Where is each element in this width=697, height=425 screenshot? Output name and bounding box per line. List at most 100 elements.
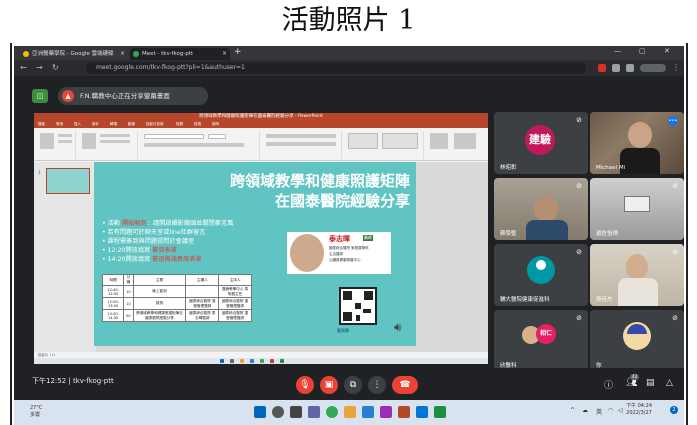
- forward-arrow-icon[interactable]: →: [36, 63, 43, 72]
- powerpoint-icon[interactable]: [398, 406, 410, 418]
- extension-icon[interactable]: [598, 64, 606, 72]
- clock-date: 2022/3/27: [626, 410, 652, 416]
- ribbon-tab[interactable]: 檢視: [194, 121, 201, 128]
- participant-tile[interactable]: ⊘ 輔大醫院健康促進科: [494, 244, 588, 306]
- presenting-banner[interactable]: ▲ F.N.職教中心正在分享螢幕畫面: [58, 87, 208, 105]
- participant-tile[interactable]: 相仁 ⊘ 欣醫科: [494, 310, 588, 372]
- window-close-button[interactable]: ✕: [664, 47, 670, 55]
- participant-tile[interactable]: ⊘ 遊佐怡璋: [590, 178, 684, 240]
- paste-icon[interactable]: [40, 133, 54, 149]
- word-icon[interactable]: [416, 406, 428, 418]
- paragraph-icons[interactable]: [266, 134, 336, 138]
- find-icon[interactable]: [430, 133, 448, 149]
- wifi-icon[interactable]: ◠: [608, 407, 613, 414]
- info-icon[interactable]: ⓘ: [604, 378, 613, 391]
- designer-icon[interactable]: [454, 133, 476, 149]
- slide-thumbnails: 1: [34, 162, 96, 352]
- teams-icon[interactable]: [308, 406, 320, 418]
- speaker-desc: 主治醫師: [329, 252, 343, 256]
- participant-face: [628, 122, 652, 148]
- ribbon-tab[interactable]: 檔案: [38, 121, 45, 128]
- participant-avatar: 相仁: [536, 324, 556, 344]
- task-view-icon[interactable]: [290, 406, 302, 418]
- folder-icon[interactable]: [344, 406, 356, 418]
- new-slide-icon[interactable]: [82, 133, 96, 149]
- sidepanel-icon[interactable]: [626, 64, 634, 72]
- activities-icon[interactable]: △: [666, 378, 673, 388]
- reset-icon[interactable]: [100, 140, 130, 143]
- close-icon[interactable]: ×: [222, 48, 227, 60]
- align-icons[interactable]: [266, 142, 336, 146]
- onedrive-icon[interactable]: ☁︎: [582, 407, 588, 414]
- ribbon-tab[interactable]: 常用: [56, 121, 63, 128]
- browser-tab-meet[interactable]: Meet - tkv-fkog-ptt ×: [130, 48, 230, 60]
- search-icon[interactable]: [272, 406, 284, 418]
- table-header: 主題: [132, 274, 187, 286]
- participant-tile[interactable]: 建驗 ⊘ 林昭彰: [494, 112, 588, 174]
- ribbon-tab[interactable]: 說明: [212, 121, 219, 128]
- notification-icon[interactable]: 2: [670, 406, 678, 414]
- participant-tile[interactable]: ••• Michael Mi: [590, 112, 684, 174]
- copy-icon[interactable]: [58, 140, 72, 143]
- ime-language[interactable]: 英: [596, 407, 602, 416]
- meet-panel-icon[interactable]: ◫: [32, 89, 48, 103]
- table-cell: 國泰綜合醫院 運營管理醫師: [185, 297, 220, 310]
- cut-icon[interactable]: [58, 134, 72, 137]
- new-tab-button[interactable]: +: [234, 47, 242, 57]
- slide-thumbnail[interactable]: [46, 168, 90, 194]
- font-size-select[interactable]: [208, 134, 226, 139]
- line-icon: [280, 359, 284, 363]
- quick-styles[interactable]: [382, 133, 418, 149]
- profile-button[interactable]: [640, 64, 666, 72]
- ribbon-tab[interactable]: 轉場: [110, 121, 117, 128]
- ribbon-tab[interactable]: 校閱: [176, 121, 183, 128]
- table-cell: 12:40-12:50: [101, 285, 125, 298]
- participant-tile[interactable]: ⊘ 你: [590, 310, 684, 372]
- back-arrow-icon[interactable]: ←: [20, 63, 27, 72]
- ribbon-tabs: 檔案 常用 插入 設計 轉場 動畫 投影片放映 校閱 檢視 說明: [34, 121, 488, 128]
- more-options-button[interactable]: ⋮: [368, 376, 386, 394]
- browser-tab-drive[interactable]: 亞洲醫藥學院 - Google 雲端硬碟 ×: [20, 48, 128, 60]
- star-icon[interactable]: [612, 64, 620, 72]
- ribbon-tab[interactable]: 投影片放映: [146, 121, 164, 128]
- minimize-button[interactable]: —: [614, 47, 621, 55]
- chrome-icon[interactable]: [326, 406, 338, 418]
- participant-tile[interactable]: ⊘ 蘇學聖: [494, 178, 588, 240]
- menu-kebab-icon[interactable]: ⋮: [672, 63, 680, 72]
- url-field[interactable]: meet.google.com/tkv-fkog-ptt?pli=1&authu…: [86, 62, 586, 74]
- layout-icon[interactable]: [100, 134, 130, 137]
- table-header: 主講人: [185, 274, 220, 286]
- mic-toggle-button[interactable]: 🎙︎: [296, 376, 314, 394]
- slide-number: 1: [38, 170, 41, 175]
- weather-widget[interactable]: 27°C 多雲: [30, 405, 42, 418]
- tray-chevron-icon[interactable]: ^: [570, 407, 575, 414]
- system-clock[interactable]: 下午 04:24 2022/3/27: [626, 403, 652, 417]
- maximize-button[interactable]: ▢: [639, 47, 646, 55]
- volume-icon[interactable]: ◁: [618, 407, 623, 414]
- ribbon-tab[interactable]: 動畫: [128, 121, 135, 128]
- qr-label: 簽到單: [337, 328, 349, 333]
- participant-face: [626, 254, 648, 280]
- edge-icon[interactable]: [362, 406, 374, 418]
- shapes-gallery[interactable]: [348, 133, 378, 149]
- mic-off-icon: ⊘: [576, 116, 582, 124]
- premiere-icon[interactable]: [380, 406, 392, 418]
- ribbon-tab[interactable]: 插入: [74, 121, 81, 128]
- ribbon-tab[interactable]: 設計: [92, 121, 99, 128]
- windows-start-icon[interactable]: [254, 406, 266, 418]
- table-header: 時間: [101, 274, 125, 286]
- speaker-photo: [290, 234, 324, 272]
- participant-body: [618, 278, 658, 306]
- bullet-highlight: 開始報到: [121, 220, 147, 227]
- camera-toggle-button[interactable]: ▣: [320, 376, 338, 394]
- chat-icon[interactable]: ▤: [646, 378, 655, 388]
- end-call-button[interactable]: ☎︎: [392, 376, 418, 394]
- reload-icon[interactable]: ↻: [52, 63, 59, 72]
- close-icon[interactable]: ×: [120, 48, 125, 60]
- present-button[interactable]: ⧉: [344, 376, 362, 394]
- font-format-icons[interactable]: [144, 143, 244, 147]
- app-icon[interactable]: [434, 406, 446, 418]
- font-select[interactable]: [144, 134, 204, 139]
- weather-desc: 多雲: [30, 412, 41, 418]
- participant-tile[interactable]: ⊘ 吳佳杰: [590, 244, 684, 306]
